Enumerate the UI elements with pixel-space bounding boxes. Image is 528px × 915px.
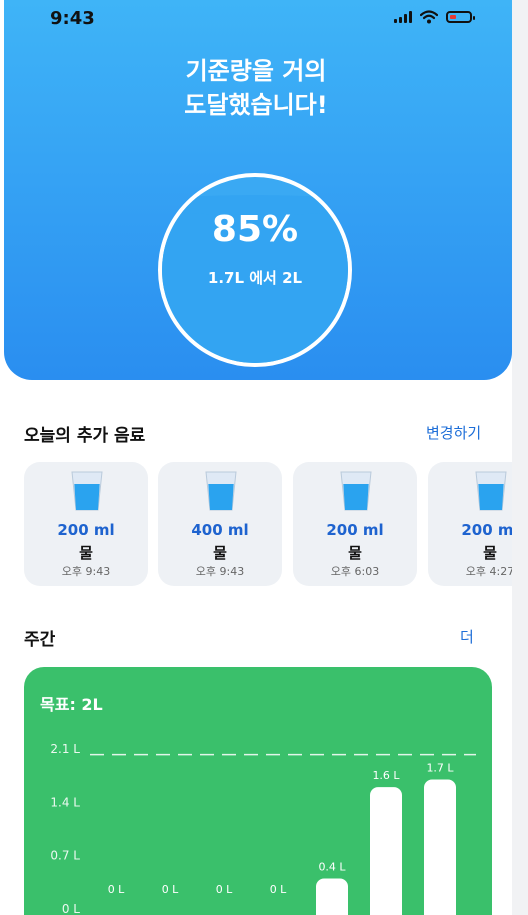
bar-value-label: 1.6 L xyxy=(372,769,400,782)
scrollbar-track xyxy=(512,0,528,915)
drink-volume: 200 ml xyxy=(326,521,384,539)
progress-percent: 85% xyxy=(211,209,299,250)
water-cup-icon xyxy=(205,471,237,511)
drink-volume: 200 ml xyxy=(57,521,115,539)
bar xyxy=(370,787,402,915)
bar-value-label: 0 L xyxy=(108,883,125,896)
progress-ring: 85% 1.7L 에서 2L xyxy=(158,173,352,367)
bar xyxy=(424,779,456,915)
drink-type: 물 xyxy=(213,544,227,562)
wifi-icon xyxy=(420,10,438,24)
y-tick-label: 1.4 L xyxy=(50,795,80,809)
water-cup-icon xyxy=(71,471,103,511)
drink-card[interactable]: 200 ml 물 오후 9:43 xyxy=(24,462,148,586)
drink-card[interactable]: 200 ml 물 오후 4:27 xyxy=(428,462,512,586)
today-drinks-title: 오늘의 추가 음료 xyxy=(24,426,146,446)
drink-time: 오후 9:43 xyxy=(61,565,111,578)
bar-value-label: 0.4 L xyxy=(318,861,346,874)
weekly-title: 주간 xyxy=(24,630,56,650)
bar xyxy=(316,878,348,915)
drink-type: 물 xyxy=(348,544,362,562)
water-cup-icon xyxy=(475,471,507,511)
bar-value-label: 0 L xyxy=(162,883,179,896)
bar-value-label: 0 L xyxy=(216,883,233,896)
drink-volume: 400 ml xyxy=(191,521,249,539)
status-bar: 9:43 xyxy=(0,0,512,40)
weekly-bar-chart: 0 L 0.7 L 1.4 L 2.1 L 0 L 0 L 0 L 0 L 0.4 L 1.6 L… xyxy=(50,742,476,915)
drink-card[interactable]: 200 ml 물 오후 6:03 xyxy=(293,462,417,586)
bar-value-label: 0 L xyxy=(270,883,287,896)
progress-amount: 1.7L 에서 2L xyxy=(207,269,303,287)
drink-type: 물 xyxy=(79,544,93,562)
y-tick-label: 2.1 L xyxy=(50,742,80,756)
y-tick-label: 0 L xyxy=(62,902,80,915)
weekly-chart-card: 목표: 2L 0 L 0.7 L 1.4 L 2.1 L0 L0 L0 L0 L 0.4… xyxy=(24,667,492,915)
hero-title-line1: 기준량을 거의 xyxy=(185,57,327,85)
edit-drinks-link[interactable]: 변경하기 xyxy=(426,422,481,443)
drink-type: 물 xyxy=(483,544,497,562)
status-time: 9:43 xyxy=(50,8,95,29)
drink-time: 오후 6:03 xyxy=(330,565,380,578)
drink-card[interactable]: 400 ml 물 오후 9:43 xyxy=(158,462,282,586)
y-tick-label: 0.7 L xyxy=(50,849,80,863)
drink-time: 오후 9:43 xyxy=(195,565,245,578)
hero-title-line2: 도달했습니다! xyxy=(184,91,328,119)
app-screen: 9:43 기준량을 거의 도달했습니다! 85% 1.7L 에서 2L 오늘의 … xyxy=(0,0,512,915)
drink-time: 오후 4:27 xyxy=(465,565,512,578)
weekly-more-link[interactable]: 더 xyxy=(460,626,474,647)
bar-value-label: 1.7 L xyxy=(426,761,454,774)
status-icons xyxy=(394,10,475,24)
battery-low-icon xyxy=(446,11,475,23)
drink-volume: 200 ml xyxy=(461,521,512,539)
signal-icon xyxy=(394,11,412,23)
water-cup-icon xyxy=(340,471,372,511)
drink-cards-carousel[interactable]: 200 ml 물 오후 9:43 400 ml 물 오후 9:43 200 ml… xyxy=(24,462,512,586)
